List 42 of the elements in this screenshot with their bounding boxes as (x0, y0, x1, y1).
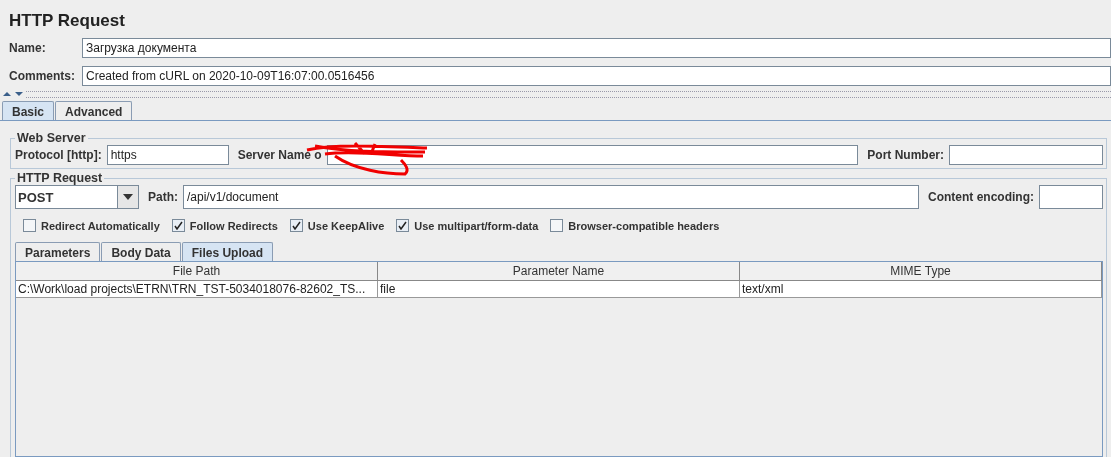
checkbox[interactable] (550, 219, 564, 232)
tab[interactable]: Parameters (15, 242, 101, 261)
name-label: Name: (9, 41, 47, 55)
group-title: HTTP Request (16, 171, 104, 185)
method-dropdown[interactable]: POST (15, 185, 139, 209)
column-header: Parameter Name (378, 262, 740, 281)
tab[interactable]: Files Upload (181, 242, 274, 261)
checkbox[interactable] (23, 219, 36, 232)
checkbox[interactable] (171, 219, 185, 232)
tab[interactable]: Basic (2, 101, 55, 120)
collapse-arrows-icon[interactable] (2, 91, 24, 97)
comments-field[interactable]: Created from cURL on 2020-10-09T16:07:00.0516456 (82, 66, 1111, 86)
checkbox[interactable] (396, 219, 410, 232)
column-header: MIME Type (740, 262, 1102, 281)
port-number-field[interactable] (949, 145, 1103, 165)
group-title: Web Server (16, 131, 87, 145)
server-name-label: Server Name o (237, 148, 322, 162)
table-cell: text/xml (740, 281, 1102, 298)
table-cell: C:\Work\load projects\ETRN\TRN_TST-5034018076-82602_TS... (16, 281, 378, 298)
name-field[interactable]: Загрузка документа (82, 38, 1111, 58)
panel-title: HTTP Request (8, 10, 126, 32)
tab[interactable]: Advanced (55, 101, 133, 120)
path-label: Path: (148, 190, 178, 204)
dropdown-arrow-icon (123, 194, 133, 200)
splitter-handle[interactable] (26, 90, 1111, 98)
port-number-label: Port Number: (867, 148, 944, 162)
content-encoding-label: Content encoding: (928, 190, 1034, 204)
server-name-field[interactable] (326, 145, 859, 165)
protocol-label: Protocol [http]: (15, 148, 102, 162)
content-encoding-field[interactable] (1039, 185, 1103, 209)
column-header: File Path (16, 262, 378, 281)
checkbox-label: Follow Redirects (189, 219, 278, 232)
comments-label: Comments: (9, 69, 76, 83)
checkbox[interactable] (289, 219, 303, 232)
tab[interactable]: Body Data (101, 242, 181, 261)
checkbox-label: Redirect Automatically (41, 219, 160, 232)
checkbox-label: Use KeepAlive (307, 219, 385, 232)
checkbox-label: Use multipart/form-data (414, 219, 539, 232)
path-field[interactable]: /api/v1/document (183, 185, 919, 209)
table-cell: file (378, 281, 740, 298)
checkbox-label: Browser-compatible headers (568, 219, 720, 232)
protocol-field[interactable]: https (106, 145, 229, 165)
